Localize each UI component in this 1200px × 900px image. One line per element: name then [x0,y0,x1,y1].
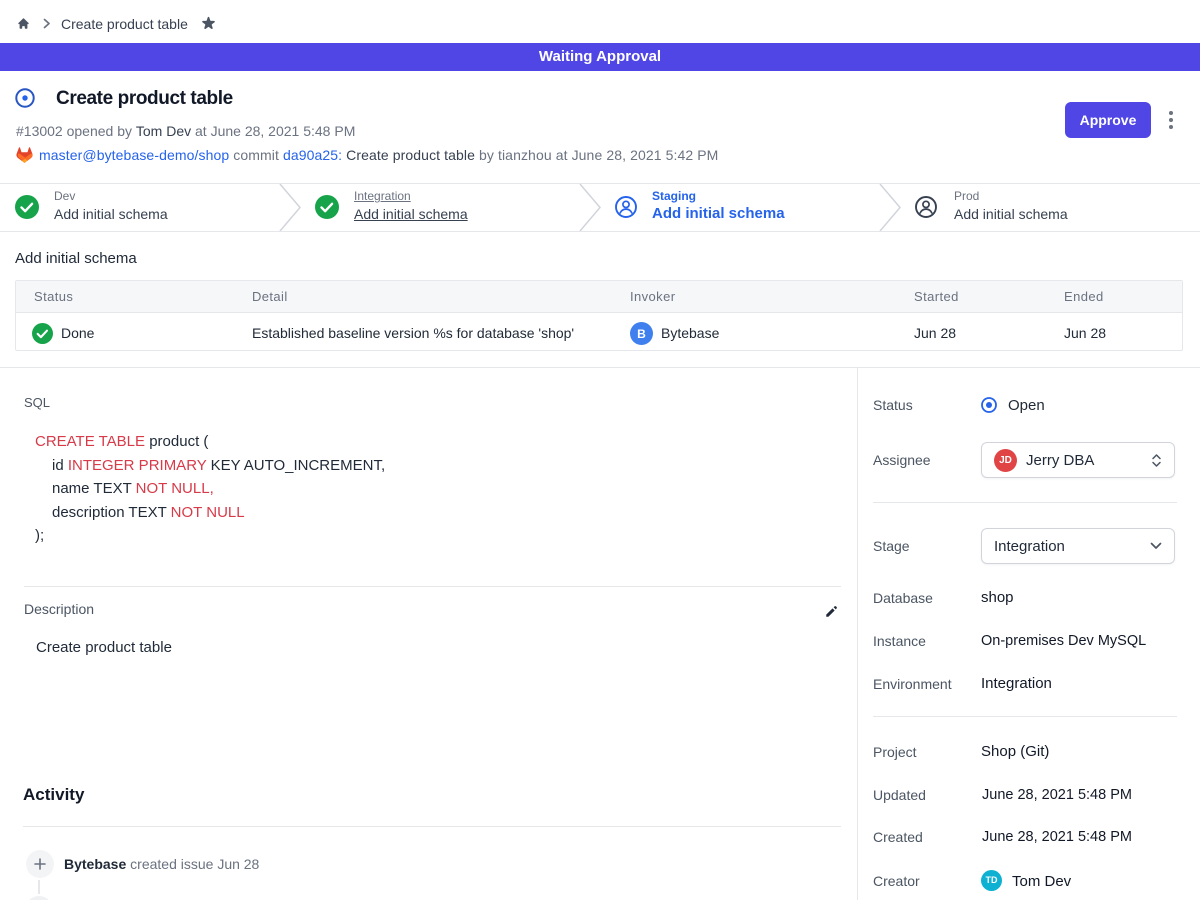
svg-text:B: B [637,327,646,341]
